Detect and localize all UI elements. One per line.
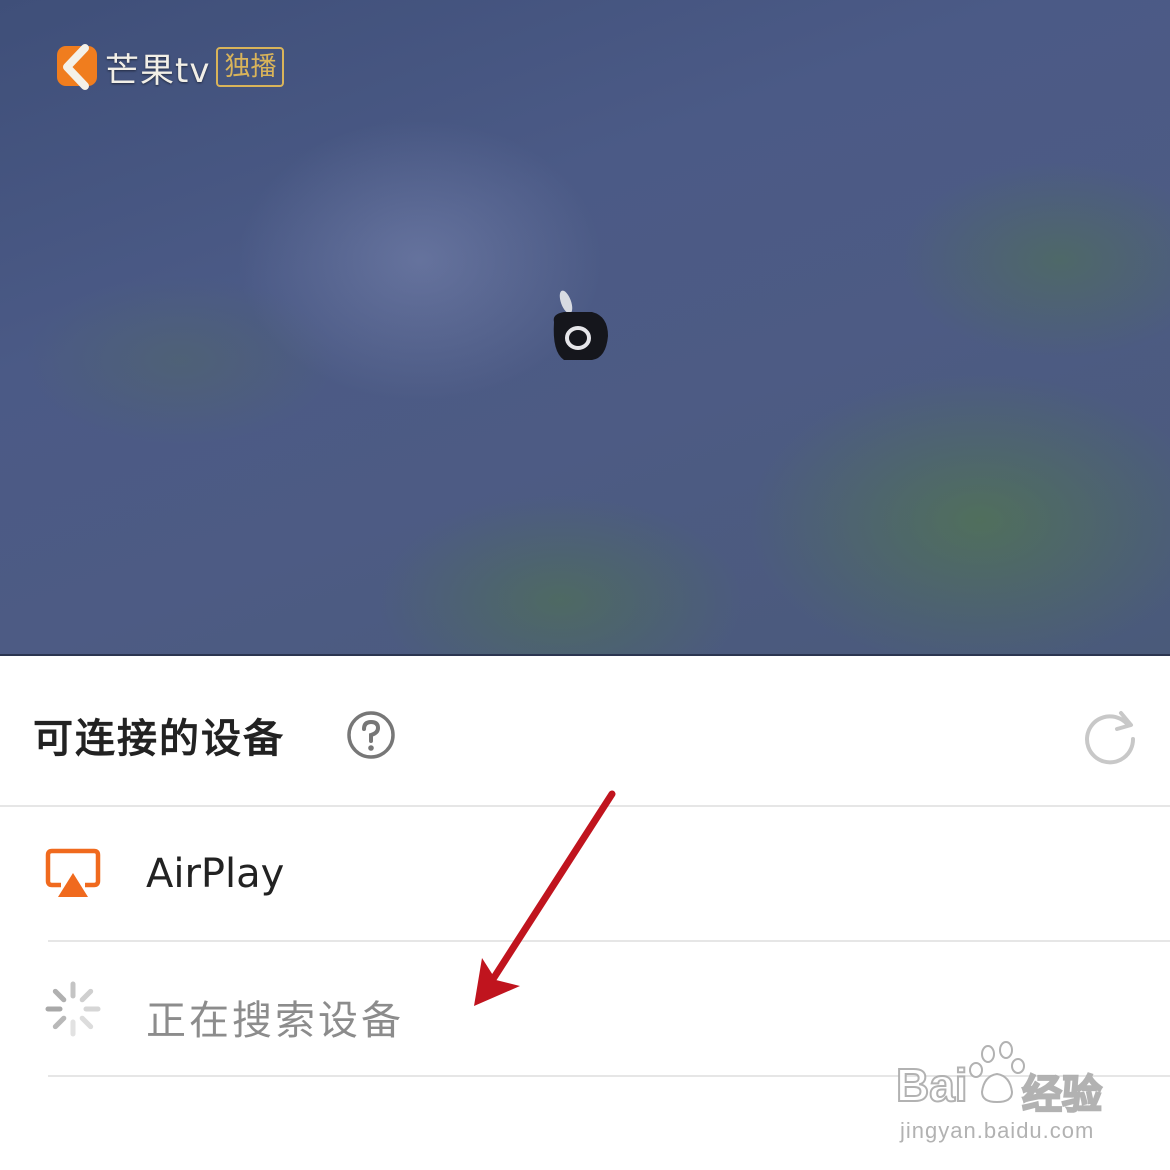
logo-badge: 独播 xyxy=(216,47,285,87)
mango-tv-logo-icon xyxy=(57,44,97,90)
help-icon[interactable] xyxy=(346,710,396,760)
baidu-jingyan-watermark: Bai 经验 jingyan.baidu.com xyxy=(895,1040,1126,1150)
sheet-title: 可连接的设备 xyxy=(33,716,285,762)
video-player[interactable]: 芒果tv 独播 xyxy=(0,0,1170,656)
searching-label: 正在搜索设备 xyxy=(146,998,404,1044)
airplay-icon xyxy=(45,848,101,897)
watermark-brand: Bai xyxy=(895,1058,969,1112)
watermark-brand-cn: 经验 xyxy=(1021,1072,1103,1118)
device-item-label: AirPlay xyxy=(146,851,285,897)
watermark-url: jingyan.baidu.com xyxy=(900,1118,1095,1143)
annotation-arrow xyxy=(474,790,616,1006)
refresh-icon[interactable] xyxy=(1081,707,1139,765)
mango-tv-logo: 芒果tv 独播 xyxy=(55,42,285,92)
logo-text: 芒果tv xyxy=(105,50,211,91)
loading-spinner-icon xyxy=(45,981,101,1037)
video-scene-figure xyxy=(553,290,608,360)
